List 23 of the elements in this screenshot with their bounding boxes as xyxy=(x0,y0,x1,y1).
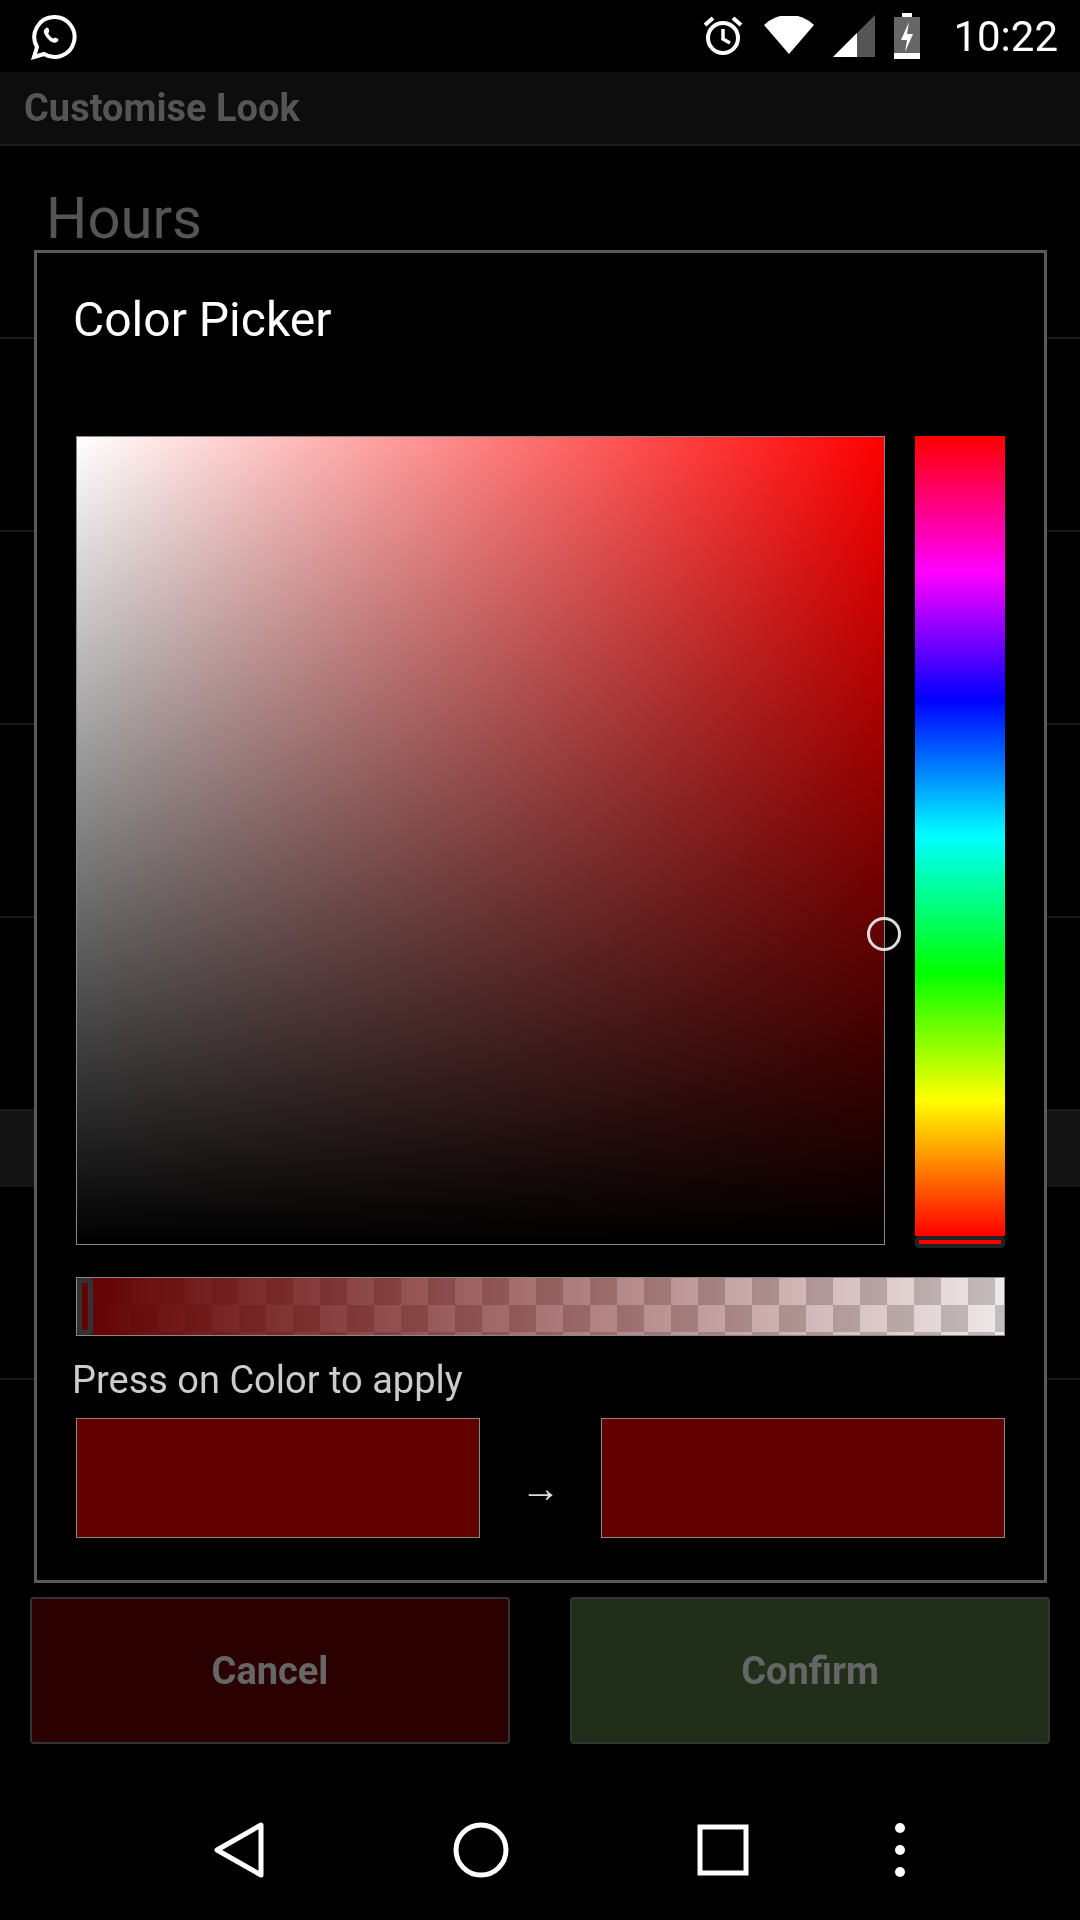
hint-text: Press on Color to apply xyxy=(72,1358,463,1402)
hue-slider[interactable] xyxy=(915,436,1005,1248)
back-icon xyxy=(213,1822,265,1878)
hue-slider-handle[interactable] xyxy=(915,1236,1005,1248)
signal-icon xyxy=(833,15,876,57)
picker-cursor[interactable] xyxy=(867,916,901,951)
arrow-symbol: → xyxy=(519,1463,562,1512)
cancel-button[interactable]: Cancel xyxy=(30,1597,510,1744)
overflow-menu-icon xyxy=(894,1822,906,1878)
old-color-swatch[interactable] xyxy=(76,1418,480,1538)
chat-bubble-icon xyxy=(30,13,78,61)
setting-title: Hours xyxy=(46,184,203,252)
dialog-title: Color Picker xyxy=(73,291,332,348)
clock-time: 10:22 xyxy=(953,11,1058,61)
alpha-slider-handle[interactable] xyxy=(77,1278,93,1335)
confirm-button[interactable]: Confirm xyxy=(570,1597,1050,1744)
recents-icon xyxy=(697,1824,749,1876)
new-color-swatch[interactable] xyxy=(601,1418,1005,1538)
battery-charging-icon xyxy=(893,13,922,59)
screen-title: Customise Look xyxy=(24,86,300,130)
alpha-slider[interactable] xyxy=(76,1277,1005,1336)
home-icon xyxy=(453,1822,509,1878)
wifi-icon xyxy=(763,16,816,56)
